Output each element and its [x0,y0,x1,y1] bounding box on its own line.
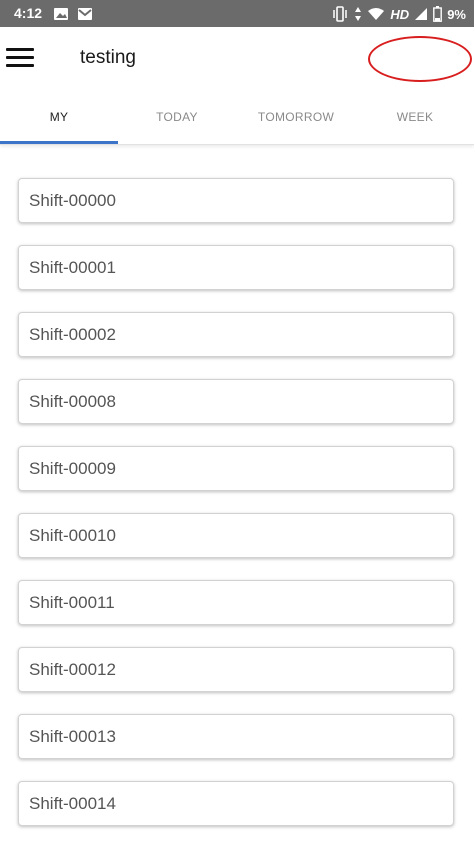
notification-icons [53,6,93,22]
list-item[interactable]: Shift-00002 [18,312,454,357]
tab-my[interactable]: MY [0,90,118,144]
tab-today[interactable]: TODAY [118,90,236,144]
list-item-label: Shift-00010 [29,525,116,545]
wifi-icon [368,8,385,20]
vibrate-icon [333,6,348,22]
battery-icon [433,6,443,22]
status-time: 4:12 [14,5,43,21]
status-bar: 4:12 HD 9% [0,0,474,27]
page-title: testing [80,47,136,68]
system-icons: HD 9% [331,5,466,23]
list-item[interactable]: Shift-00014 [18,781,454,826]
tab-tomorrow[interactable]: TOMORROW [237,90,355,144]
list-item-label: Shift-00012 [29,659,116,679]
hamburger-icon-bar [6,48,34,51]
annotation-circle [368,36,472,82]
list-item[interactable]: Shift-00000 [18,178,454,223]
list-item-label: Shift-00009 [29,458,116,478]
list-item-label: Shift-00011 [29,592,115,612]
list-item-label: Shift-00013 [29,726,116,746]
list-item[interactable]: Shift-00010 [18,513,454,558]
list-item-label: Shift-00001 [29,257,116,277]
list-item-label: Shift-00014 [29,793,116,813]
mail-icon [78,8,92,20]
battery-percent: 9% [447,6,466,22]
list-item-label: Shift-00000 [29,190,116,210]
app-bar: testing [0,27,474,90]
data-arrows-icon [355,7,362,21]
hamburger-icon-bar [6,64,34,67]
tab-bar: MY TODAY TOMORROW WEEK [0,90,474,145]
list-item-label: Shift-00002 [29,324,116,344]
hd-indicator: HD [390,6,410,22]
list-item-label: Shift-00008 [29,391,116,411]
list-item[interactable]: Shift-00011 [18,580,454,625]
signal-icon [415,8,428,20]
image-icon [54,8,68,20]
list-item[interactable]: Shift-00009 [18,446,454,491]
hamburger-icon-bar [6,56,34,59]
list-item[interactable]: Shift-00008 [18,379,454,424]
menu-button[interactable] [6,48,34,68]
tab-week[interactable]: WEEK [356,90,474,144]
list-item[interactable]: Shift-00001 [18,245,454,290]
list-item[interactable]: Shift-00013 [18,714,454,759]
list-item[interactable]: Shift-00012 [18,647,454,692]
